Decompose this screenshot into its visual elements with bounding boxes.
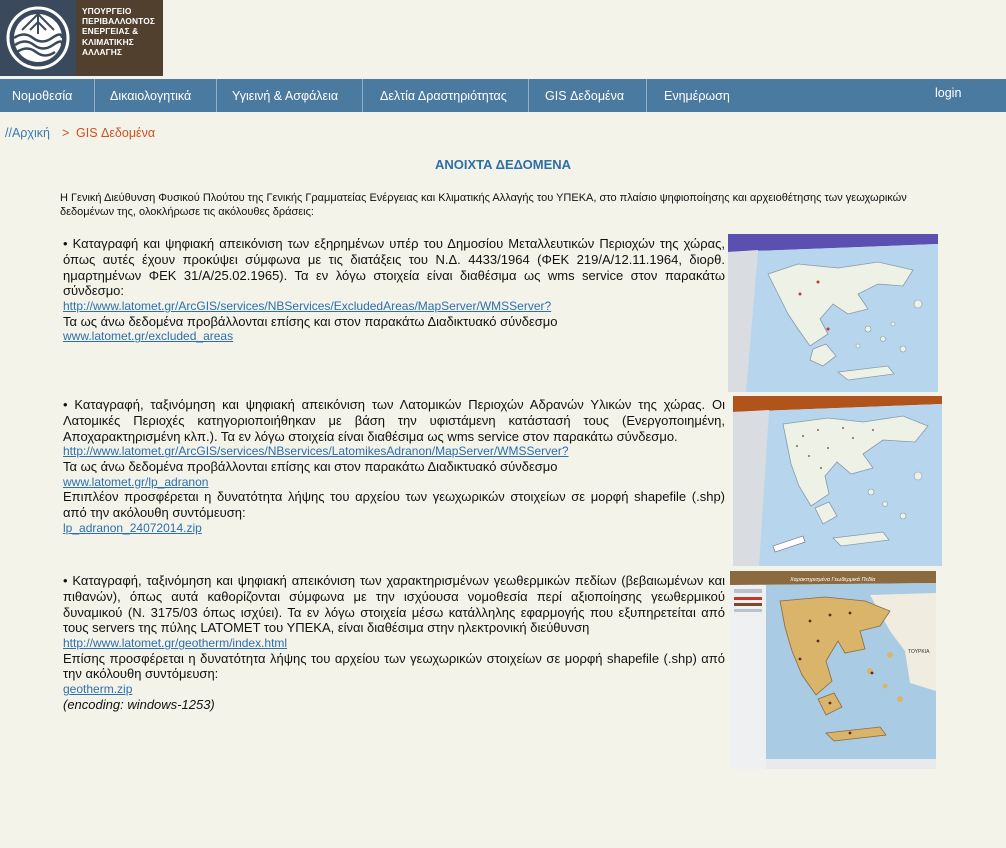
breadcrumb-current: GIS Δεδομένα [76, 126, 156, 140]
geothermal-fields-map-image[interactable]: Χαρακτηρισμένα Γεωθερμικά Πεδία ΤΟΥΡΚΙΑ [730, 571, 936, 769]
map-country-label: ΤΟΥΡΚΙΑ [908, 649, 930, 655]
section-text: • Καταγραφή, ταξινόμηση και ψηφιακή απει… [63, 397, 725, 444]
section-quarry-areas: • Καταγραφή, ταξινόμηση και ψηφιακή απει… [63, 397, 725, 535]
wms-link-excluded-areas[interactable]: http://www.latomet.gr/ArcGIS/services/NB… [63, 299, 725, 314]
nav-item-legislation[interactable]: Νομοθεσία [12, 79, 72, 112]
ministry-name-line: ΥΠΟΥΡΓΕΙΟ [82, 6, 132, 16]
section-excluded-areas: • Καταγραφή και ψηφιακή απεικόνιση των ε… [63, 236, 725, 344]
nav-item-news[interactable]: Ενημέρωση [664, 79, 730, 112]
section-text-3: Επιπλέον προσφέρεται η δυνατότητα λήψης … [63, 489, 725, 520]
quarry-areas-map-image[interactable] [733, 396, 942, 566]
section-text: • Καταγραφή και ψηφιακή απεικόνιση των ε… [63, 236, 725, 299]
map-title: Χαρακτηρισμένα Γεωθερμικά Πεδία [789, 576, 876, 583]
download-geotherm-zip[interactable]: geotherm.zip [63, 682, 725, 697]
download-lp-adranon-zip[interactable]: lp_adranon_24072014.zip [63, 521, 725, 536]
ministry-name-line: ΚΛΙΜΑΤΙΚΗΣ [82, 36, 134, 47]
ministry-logo[interactable]: ΥΠΟΥΡΓΕΙΟ ΠΕΡΙΒΑΛΛΟΝΤΟΣ ΕΝΕΡΓΕΙΑΣ & ΚΛΙΜ… [0, 0, 163, 76]
nav-divider [646, 79, 647, 112]
link-lp-adranon[interactable]: www.latomet.gr/lp_adranon [63, 475, 725, 490]
breadcrumb-separator: > [62, 126, 70, 140]
encoding-note: (encoding: windows-1253) [63, 696, 215, 712]
nav-item-activity-reports[interactable]: Δελτία Δραστηριότητας [380, 79, 507, 112]
link-excluded-areas[interactable]: www.latomet.gr/excluded_areas [63, 329, 725, 344]
nav-item-health-safety[interactable]: Υγιεινή & Ασφάλεια [232, 79, 338, 112]
nav-divider [94, 79, 95, 112]
nav-divider [528, 79, 529, 112]
page: ΥΠΟΥΡΓΕΙΟ ΠΕΡΙΒΑΛΛΟΝΤΟΣ ΕΝΕΡΓΕΙΑΣ & ΚΛΙΜ… [0, 0, 1006, 848]
nav-item-documents[interactable]: Δικαιολογητικά [110, 79, 191, 112]
main-nav: Νομοθεσία Δικαιολογητικά Υγιεινή & Ασφάλ… [0, 79, 1006, 112]
breadcrumb-home[interactable]: //Αρχική [5, 126, 50, 140]
nav-divider [216, 79, 217, 112]
section-text: • Καταγραφή, ταξινόμηση και ψηφιακή απει… [63, 573, 725, 636]
nav-divider [362, 79, 363, 112]
excluded-areas-map-image[interactable] [728, 234, 938, 392]
ministry-name-line: ΕΝΕΡΓΕΙΑΣ & [82, 26, 139, 37]
ministry-name: ΥΠΟΥΡΓΕΙΟ ΠΕΡΙΒΑΛΛΟΝΤΟΣ ΕΝΕΡΓΕΙΑΣ & ΚΛΙΜ… [82, 6, 162, 57]
ministry-emblem-icon [0, 0, 76, 76]
section-text-2: Τα ως άνω δεδομένα προβάλλονται επίσης κ… [63, 458, 558, 474]
section-text-2: Τα ως άνω δεδομένα προβάλλονται επίσης κ… [63, 313, 558, 329]
wms-link-quarry-areas[interactable]: http://www.latomet.gr/ArcGIS/services/NB… [63, 444, 725, 459]
link-geotherm-app[interactable]: http://www.latomet.gr/geotherm/index.htm… [63, 636, 725, 651]
intro-text: Η Γενική Διεύθυνση Φυσικού Πλούτου της Γ… [60, 192, 907, 218]
section-text-2: Επίσης προσφέρεται η δυνατότητα λήψης το… [63, 650, 725, 682]
login-link[interactable]: login [935, 76, 961, 109]
ministry-name-line: ΠΕΡΙΒΑΛΛΟΝΤΟΣ [82, 16, 155, 27]
ministry-name-line: ΑΛΛΑΓΗΣ [82, 46, 123, 57]
page-title: ΑΝΟΙΧΤΑ ΔΕΔΟΜΕΝΑ [434, 157, 572, 172]
section-geothermal-fields: • Καταγραφή, ταξινόμηση και ψηφιακή απει… [63, 573, 725, 713]
nav-item-gis-data[interactable]: GIS Δεδομένα [545, 79, 624, 112]
